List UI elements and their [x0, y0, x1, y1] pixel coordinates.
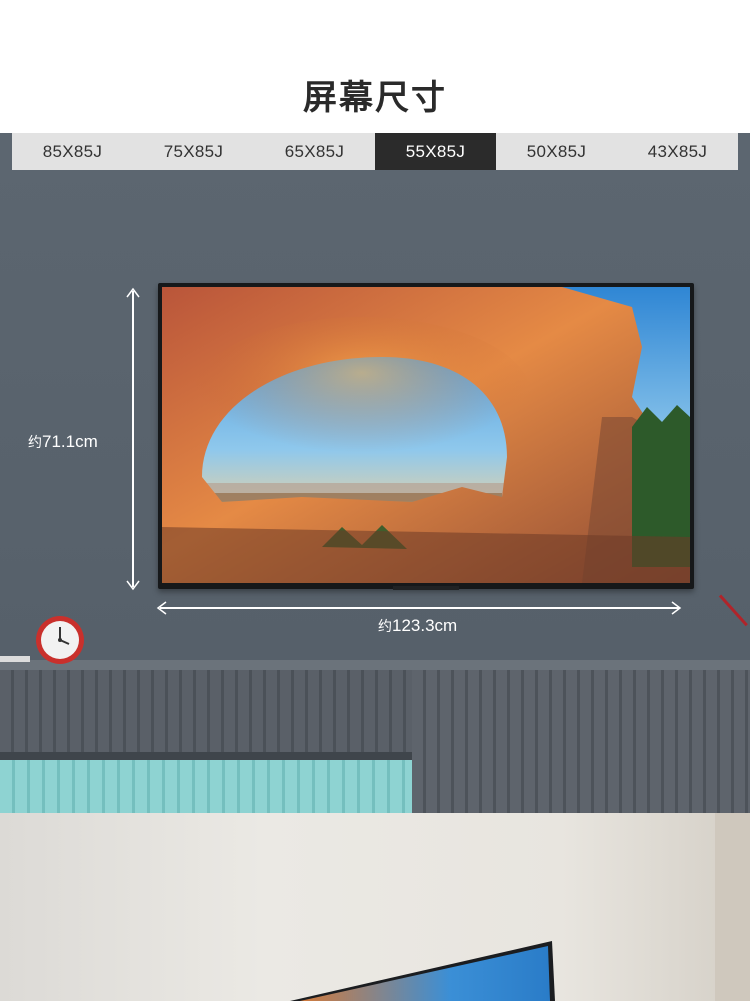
tab-55x85j[interactable]: 55X85J: [375, 133, 496, 170]
size-tab-bar: 85X85J 75X85J 65X85J 55X85J 50X85J 43X85…: [12, 133, 738, 170]
tab-75x85j[interactable]: 75X85J: [133, 133, 254, 170]
rock-arch-landscape: [162, 287, 690, 583]
width-value: 123.3cm: [392, 616, 458, 635]
tv-screen-image: [162, 287, 690, 583]
lower-room-scene: [0, 813, 750, 1001]
tv-stand-bar: [393, 586, 459, 590]
height-dimension-label: 约71.1cm: [28, 432, 98, 452]
tab-50x85j[interactable]: 50X85J: [496, 133, 617, 170]
width-arrow-icon: [156, 601, 682, 615]
tab-85x85j[interactable]: 85X85J: [12, 133, 133, 170]
width-dimension-label: 约123.3cm: [378, 616, 457, 636]
width-prefix: 约: [378, 618, 392, 634]
tab-43x85j[interactable]: 43X85J: [617, 133, 738, 170]
width-guide-line: [156, 601, 682, 615]
tv-frame: [158, 283, 694, 589]
height-prefix: 约: [28, 434, 42, 450]
tab-65x85j[interactable]: 65X85J: [254, 133, 375, 170]
book-decoration: [0, 656, 30, 662]
height-arrow-icon: [126, 287, 140, 591]
cabinet-teal-drawer: [0, 760, 412, 813]
cabinet-top: [0, 660, 750, 670]
page-title: 屏幕尺寸: [303, 78, 447, 118]
cabinet-right-panel: [412, 670, 750, 813]
cabinet-left-panel: [0, 670, 412, 752]
clock-icon: [33, 616, 87, 666]
angled-tv-image: [290, 941, 555, 1001]
header-band: 屏幕尺寸: [0, 0, 750, 133]
height-value: 71.1cm: [42, 432, 98, 451]
height-guide-line: [126, 287, 140, 591]
cabinet-shelf-divider: [0, 752, 412, 760]
